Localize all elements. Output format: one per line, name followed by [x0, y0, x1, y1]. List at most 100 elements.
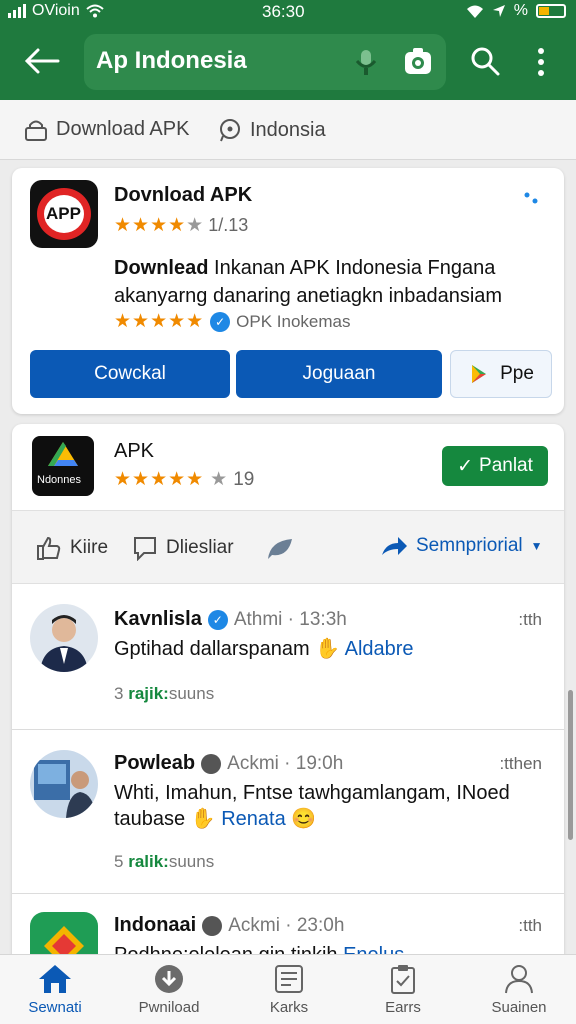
filter-chip-location[interactable]: Indonsia [218, 118, 326, 142]
post-stats: 5 ralik:suuns [114, 852, 214, 872]
play-store-icon [472, 365, 487, 383]
post-time: Ackmi · 23:0h [228, 914, 345, 936]
rating-stars: ★★★★★ [114, 215, 205, 236]
post-menu[interactable]: :tth [518, 916, 542, 936]
status-time: 36:30 [262, 2, 305, 21]
more-vert-icon[interactable] [534, 46, 548, 78]
app-card-feed: Ndonnes APK ★★★★★ ★ 19 ✓ Panlat Kiire Dl… [12, 424, 564, 964]
post-menu[interactable]: :tth [518, 610, 542, 630]
share-button[interactable]: Semnpriorial ▼ [380, 535, 543, 557]
nav-label: Pwniload [138, 999, 200, 1016]
more-icon[interactable] [524, 192, 538, 206]
check-icon: ✓ [457, 455, 474, 477]
secondary-action-button[interactable]: Joguaan [236, 350, 442, 398]
primary-action-button[interactable]: Cowckal [30, 350, 230, 398]
search-input[interactable]: Ap Indonesia [84, 34, 446, 90]
nav-label: Sewnati [28, 999, 82, 1016]
signal-icon [8, 4, 26, 18]
camera-icon[interactable] [402, 46, 434, 78]
battery-label: % [513, 2, 528, 19]
nav-item-grid[interactable]: Karks [234, 963, 344, 1016]
app-rating: ★★★★★ ★ 19 [114, 468, 254, 491]
person-icon [505, 965, 533, 994]
app-rating: ★★★★★ 1/.13 [114, 214, 248, 237]
home-icon [39, 965, 71, 993]
post-header: Indonaai Ackmi · 23:0h [114, 914, 344, 937]
verified-icon: ✓ [207, 609, 228, 630]
grid-icon [275, 965, 303, 993]
microphone-icon[interactable] [354, 48, 378, 78]
install-label: Panlat [479, 455, 533, 476]
reply-word: rajik: [128, 684, 169, 703]
nav-item-clipboard[interactable]: Earrs [348, 963, 458, 1016]
nav-label: Earrs [385, 999, 421, 1016]
app-description: Downlead Inkanan APK Indonesia Fngana ak… [114, 254, 554, 310]
location-arrow-icon [492, 5, 505, 17]
chevron-down-icon: ▼ [530, 539, 543, 553]
emoji-icon: 😊 [291, 808, 317, 830]
share-arrow-icon [382, 537, 407, 555]
clap-icon: ✋ [315, 638, 341, 660]
play-button-label: Ppe [500, 363, 534, 384]
post-header: Powleab Ackmi · 19:0h [114, 752, 343, 775]
nav-item-download[interactable]: Pwniload [114, 963, 224, 1016]
nav-item-profile[interactable]: Suainen [464, 963, 574, 1016]
like-label: Kiire [70, 537, 109, 558]
scrollbar[interactable] [568, 690, 573, 840]
bottom-nav: Sewnati Pwniload Karks Earrs Suainen [0, 954, 576, 1024]
back-arrow-icon[interactable] [22, 44, 62, 78]
filter-chip-label: Indonsia [250, 118, 326, 141]
leaf-icon[interactable] [266, 537, 294, 561]
reply-count: 3 [114, 684, 124, 703]
thumbs-up-icon [37, 536, 61, 560]
post-time: Athmi · 13:3h [233, 608, 347, 630]
play-button[interactable]: Ppe [450, 350, 552, 398]
search-icon[interactable] [470, 46, 500, 76]
app-icon-text: APP [46, 204, 81, 223]
post-author[interactable]: Powleab [114, 752, 195, 775]
reply-count: 5 [114, 852, 124, 871]
carrier-name: OVioin [32, 2, 80, 19]
post-menu[interactable]: :tthen [499, 754, 542, 774]
app-title: Dovnload APK [114, 184, 253, 206]
comment-icon [134, 537, 156, 561]
list-item[interactable]: Powleab Ackmi · 19:0h :tthen Whti, Imahu… [12, 730, 564, 894]
status-bar: OVioin 36:30 % [0, 0, 576, 26]
filter-chip-label: Download APK [56, 118, 190, 140]
share-label: Semnpriorial [416, 535, 523, 556]
comment-button[interactable]: Dliesliar [132, 535, 234, 561]
desc-lead: Downlead [114, 257, 209, 279]
avatar [30, 604, 98, 672]
like-button[interactable]: Kiire [36, 535, 108, 561]
app-meta: ★★★★★ ✓ OPK Inokemas [114, 310, 351, 333]
rating-value: 19 [233, 468, 255, 490]
dot-icon [202, 915, 223, 936]
install-button[interactable]: ✓ Panlat [442, 446, 548, 486]
post-header: Kavnlisla ✓ Athmi · 13:3h [114, 608, 347, 631]
search-query: Ap Indonesia [96, 47, 247, 74]
reply-word: ralik: [128, 852, 169, 871]
app-icon: Ndonnes [32, 436, 94, 496]
battery-icon [536, 4, 566, 18]
clap-icon: ✋ [190, 808, 216, 830]
post-time: Ackmi · 19:0h [227, 752, 344, 774]
nav-label: Suainen [491, 999, 547, 1016]
post-text: Gptihad dallarspanam ✋ Aldabre [114, 636, 544, 662]
post-mention[interactable]: Renata [221, 808, 286, 830]
app-icon: APP [30, 180, 98, 248]
rating-stars: ★★★★★ [114, 469, 205, 490]
clipboard-icon [391, 965, 415, 994]
post-mention[interactable]: Aldabre [345, 638, 414, 660]
app-title: APK [114, 440, 155, 462]
nav-item-home[interactable]: Sewnati [0, 963, 110, 1016]
dot-icon [201, 753, 222, 774]
app-card-featured[interactable]: APP Dovnload APK ★★★★★ 1/.13 Downlead In… [12, 168, 564, 414]
action-bar: Kiire Dliesliar Semnpriorial ▼ [12, 510, 564, 584]
post-author[interactable]: Indonaai [114, 914, 196, 937]
filter-chip-download[interactable]: Download APK [24, 118, 189, 141]
wifi-icon [466, 5, 483, 18]
post-author[interactable]: Kavnlisla [114, 608, 202, 631]
list-item[interactable]: Kavnlisla ✓ Athmi · 13:3h :tth Gptihad d… [12, 586, 564, 730]
app-header: OVioin 36:30 % Ap Indonesia [0, 0, 576, 100]
post-text: Whti, Imahun, Fntse tawhgamlangam, INoed… [114, 780, 544, 832]
